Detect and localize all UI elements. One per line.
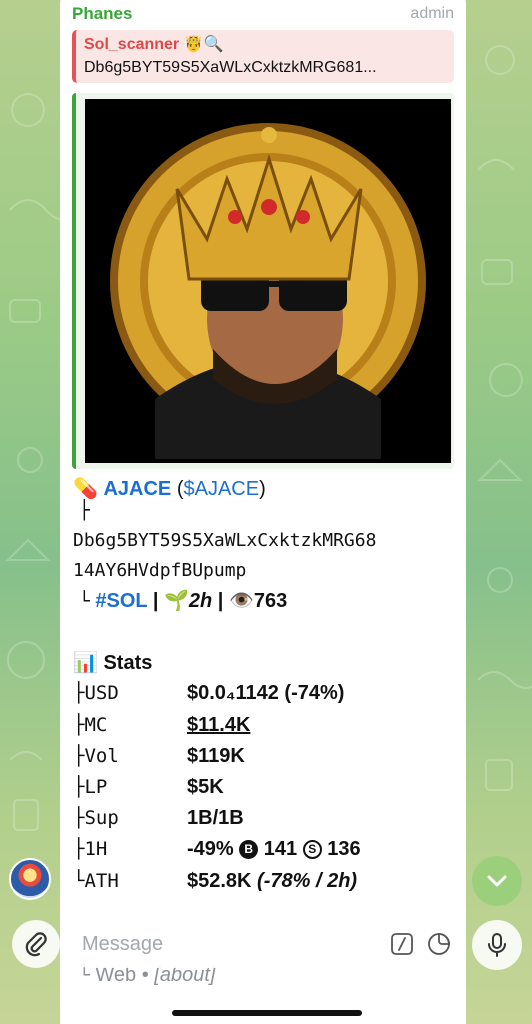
stat-label: ├Sup — [73, 807, 119, 829]
contract-address-line2[interactable]: 14AY6HVdpfBUpump — [73, 560, 246, 581]
stat-label: └ATH — [73, 870, 119, 892]
reply-author: Sol_scanner 🤴🔍 — [84, 36, 224, 53]
stats-title: Stats — [103, 652, 153, 674]
change-1h: -49% — [187, 838, 240, 860]
sticker-icon[interactable] — [426, 931, 452, 957]
pill-icon: 💊 — [73, 478, 98, 500]
stat-label: ├Vol — [73, 745, 119, 767]
message-bubble[interactable]: Phanes admin Sol_scanner 🤴🔍 Db6g5BYT59S5… — [60, 0, 466, 1024]
chain-hashtag[interactable]: #SOL — [95, 590, 147, 612]
voice-message-button[interactable] — [472, 920, 522, 970]
tree-branch-end: └ — [79, 591, 90, 612]
chain-line: └ #SOL | 🌱2h | 👁️763 — [79, 588, 287, 613]
attach-button[interactable] — [12, 920, 60, 968]
sells-icon: S — [302, 840, 322, 859]
tree-branch-end: └ — [79, 965, 90, 986]
stat-value: 1B/1B — [187, 807, 244, 829]
token-age: 2h — [188, 590, 213, 612]
contract-address-line1[interactable]: Db6g5BYT59S5XaWLxCxktzkMRG68 — [73, 530, 376, 551]
reply-quote[interactable]: Sol_scanner 🤴🔍 Db6g5BYT59S5XaWLxCxktzkMR… — [72, 30, 454, 83]
stat-label: ├MC — [73, 714, 108, 736]
stat-value: $5K — [187, 776, 224, 798]
ath-change: (-78% / 2h) — [251, 870, 358, 892]
scroll-down-button[interactable] — [472, 856, 522, 906]
eye-icon: 👁️ — [228, 590, 254, 612]
reply-text: Db6g5BYT59S5XaWLxCxktzkMRG681... — [84, 59, 377, 76]
ticker-open: ( — [171, 478, 184, 500]
ticker-close: ) — [259, 478, 266, 500]
stat-label: ├USD — [73, 682, 119, 704]
sender-role: admin — [410, 5, 454, 22]
market-cap-value[interactable]: $11.4K — [187, 714, 250, 737]
tree-branch: ├ — [79, 500, 90, 521]
buys-count: 141 — [258, 838, 303, 860]
sprout-icon: 🌱 — [164, 590, 189, 612]
buys-icon: B — [239, 840, 259, 859]
token-title: 💊 AJACE ($AJACE) — [73, 476, 266, 501]
stat-label: ├1H — [73, 838, 108, 860]
slash-command-icon[interactable] — [390, 932, 414, 956]
separator: | — [147, 590, 164, 612]
media-preview[interactable] — [72, 93, 454, 469]
paperclip-icon — [25, 932, 47, 957]
message-input[interactable] — [82, 920, 382, 968]
sender-name[interactable]: Phanes — [72, 4, 132, 24]
sells-count: 136 — [321, 838, 361, 860]
stat-value: $0.0₄1142 (-74%) — [187, 682, 345, 704]
microphone-icon — [488, 933, 506, 957]
ath-value: $52.8K — [187, 870, 252, 892]
separator: | — [212, 590, 229, 612]
chart-icon: 📊 — [73, 652, 98, 674]
message-composer[interactable] — [66, 920, 466, 968]
stat-value: $119K — [187, 745, 245, 767]
view-count: 763 — [253, 590, 288, 612]
message-header: Phanes admin — [72, 4, 454, 26]
ticker-link[interactable]: $AJACE — [183, 478, 259, 500]
stat-value: -49% B 141 S 136 — [187, 838, 361, 861]
stat-value: $52.8K (-78% / 2h) — [187, 870, 357, 893]
stats-heading: 📊 Stats — [73, 650, 152, 675]
home-indicator — [172, 1010, 362, 1016]
token-name-link[interactable]: AJACE — [103, 478, 171, 500]
sender-avatar[interactable] — [9, 858, 51, 900]
chevron-down-icon — [487, 875, 507, 887]
stat-label: ├LP — [73, 776, 108, 798]
token-image[interactable] — [85, 99, 451, 463]
